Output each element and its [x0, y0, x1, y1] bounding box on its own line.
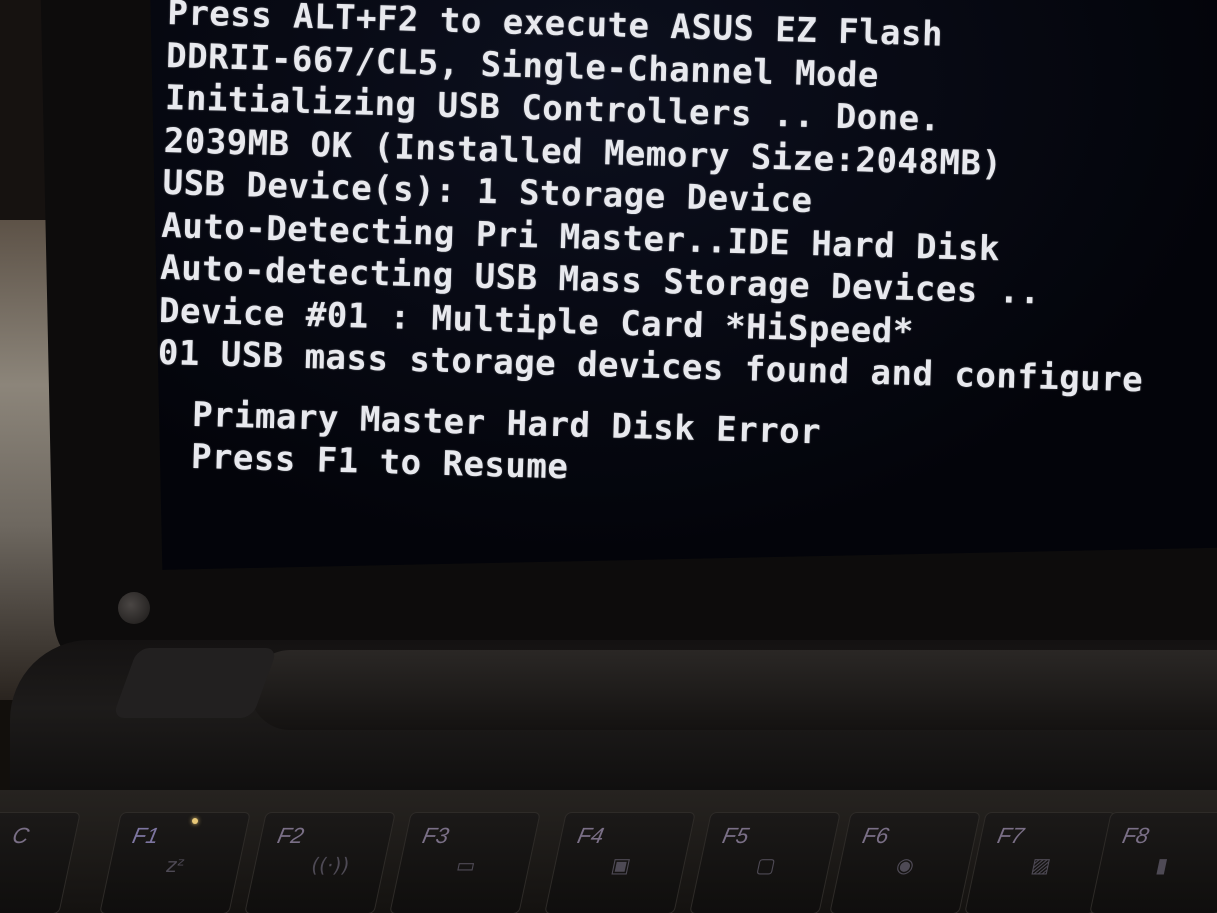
backlight-icon: ▨: [1029, 853, 1054, 877]
f8-key[interactable]: F8 ▮: [1089, 812, 1217, 913]
key-label: F2: [275, 823, 307, 848]
camera-icon: ◉: [894, 853, 917, 877]
email-icon: ▭: [454, 853, 479, 877]
f4-key[interactable]: F4 ▣: [544, 812, 696, 913]
volume-icon: ▮: [1154, 853, 1171, 877]
f3-key[interactable]: F3 ▭: [389, 812, 541, 913]
f2-key[interactable]: F2 ((·)): [244, 812, 396, 913]
display-icon: ▢: [754, 853, 779, 877]
status-led: [192, 818, 198, 824]
brightness-icon: ▣: [609, 853, 634, 877]
key-label: F8: [1120, 823, 1152, 848]
key-label: F4: [575, 823, 607, 848]
key-label: F5: [720, 823, 752, 848]
f1-key[interactable]: F1 zᶻ: [99, 812, 251, 913]
f5-key[interactable]: F5 ▢: [689, 812, 841, 913]
key-label: F3: [420, 823, 452, 848]
key-label: C: [10, 823, 32, 848]
hinge-clip: [112, 648, 278, 718]
photo-scene: Press ALT+F2 to execute ASUS EZ Flash DD…: [0, 0, 1217, 913]
f6-key[interactable]: F6 ◉: [829, 812, 981, 913]
sleep-icon: zᶻ: [164, 853, 187, 877]
wireless-icon: ((·)): [309, 853, 352, 877]
key-label: F1: [130, 823, 162, 848]
bezel-button: [118, 592, 150, 624]
key-label: F7: [995, 823, 1027, 848]
key-label: F6: [860, 823, 892, 848]
bios-post-output: Press ALT+F2 to execute ASUS EZ Flash DD…: [154, 0, 1217, 508]
hinge-bar: [250, 650, 1217, 730]
